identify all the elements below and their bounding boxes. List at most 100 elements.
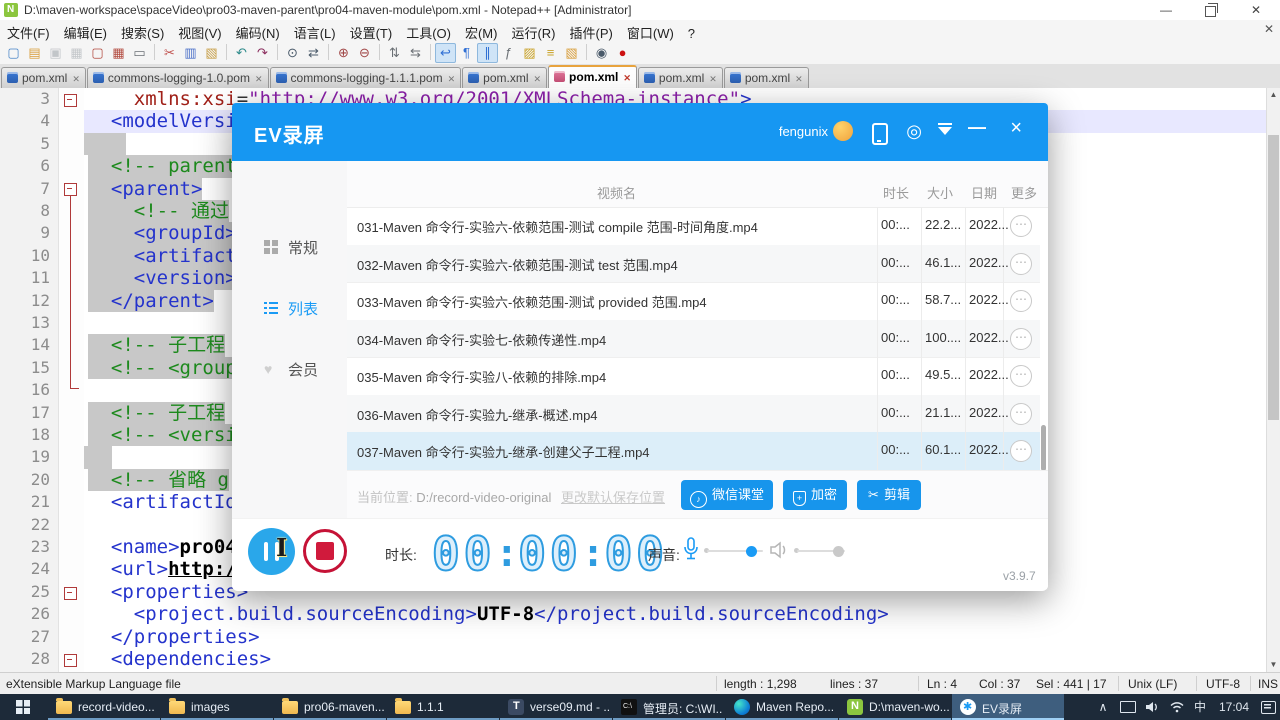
tab-1[interactable]: commons-logging-1.0.pom ✕ [86, 67, 269, 89]
zoom-in-button[interactable]: ⊕ [333, 43, 354, 63]
taskbar-item-1.1.1[interactable]: 1.1.1 [387, 694, 499, 720]
new-file-button[interactable]: ▢ [3, 43, 24, 63]
print-button[interactable]: ▭ [129, 43, 150, 63]
sync-vertical-scroll-button[interactable]: ⇅ [384, 43, 405, 63]
tab-3[interactable]: pom.xml ✕ [462, 67, 548, 89]
record-macro-button[interactable]: ● [612, 43, 633, 63]
column-date[interactable]: 日期 [971, 183, 997, 202]
clip-button[interactable]: ✂ 剪辑 [857, 480, 921, 510]
close-button[interactable]: ✕ [1234, 0, 1278, 20]
tray-expand-icon[interactable]: ∧ [1094, 694, 1112, 720]
video-row[interactable]: 032-Maven 命令行-实验六-依赖范围-测试 test 范围.mp4 00:… [347, 244, 1040, 283]
column-video-name[interactable]: 视频名 [597, 183, 636, 202]
pause-button[interactable] [248, 528, 295, 575]
sidebar-item-member[interactable]: ♥ 会员 [232, 349, 347, 389]
taskbar-item-verse09.md - ...[interactable]: verse09.md - ... [500, 694, 612, 720]
fold-marker[interactable] [64, 586, 77, 600]
tab-6[interactable]: pom.xml ✕ [723, 67, 809, 89]
change-location-link[interactable]: 更改默认保存位置 [561, 490, 665, 505]
sidebar-item-list[interactable]: 列表 [232, 288, 347, 328]
tray-notification-icon[interactable] [1258, 694, 1278, 720]
tab-close-icon[interactable]: ✕ [533, 69, 541, 89]
zoom-out-button[interactable]: ⊖ [354, 43, 375, 63]
tab-close-icon[interactable]: ✕ [448, 69, 456, 89]
video-row[interactable]: 037-Maven 命令行-实验九-继承-创建父子工程.mp4 00:... 60.… [347, 432, 1040, 471]
folder-as-workspace-button[interactable]: ▧ [561, 43, 582, 63]
scrollbar-thumb[interactable] [1268, 135, 1279, 420]
taskbar-item-record-video...[interactable]: record-video... [48, 694, 160, 720]
start-button[interactable] [0, 694, 46, 720]
tab-5[interactable]: pom.xml ✕ [637, 67, 723, 89]
undo-button[interactable]: ↶ [231, 43, 252, 63]
save-all-button[interactable]: ▦ [66, 43, 87, 63]
tray-volume-icon[interactable] [1142, 694, 1164, 720]
more-button[interactable]: ⋯ [1010, 402, 1032, 425]
stop-button[interactable] [303, 529, 347, 573]
wechat-class-button[interactable]: ♪ 微信课堂 [681, 480, 773, 510]
find-button[interactable]: ⊙ [282, 43, 303, 63]
tab-4[interactable]: pom.xml ✕ [548, 65, 637, 89]
scroll-up-icon[interactable]: ▲ [1267, 88, 1280, 102]
speaker-volume-thumb[interactable] [833, 546, 844, 557]
taskbar-item-images[interactable]: images [161, 694, 273, 720]
skin-dropdown-icon[interactable] [938, 123, 952, 135]
replace-button[interactable]: ⇄ [303, 43, 324, 63]
redo-button[interactable]: ↷ [252, 43, 273, 63]
tab-0[interactable]: pom.xml ✕ [1, 67, 86, 89]
sync-horizontal-scroll-button[interactable]: ⇆ [405, 43, 426, 63]
microphone-icon[interactable] [683, 537, 699, 561]
fold-marker[interactable] [64, 183, 77, 197]
sidebar-item-general[interactable]: 常规 [232, 227, 347, 267]
video-row[interactable]: 033-Maven 命令行-实验六-依赖范围-测试 provided 范围.mp… [347, 282, 1040, 321]
taskbar-item-管理员: C:\WI...[interactable]: 管理员: C:\WI... [613, 694, 725, 720]
avatar[interactable] [833, 121, 853, 141]
speaker-icon[interactable] [769, 541, 789, 559]
ev-dialog-header[interactable]: EV录屏 fengunix ◎ — × [232, 103, 1048, 161]
fold-marker[interactable] [64, 93, 77, 107]
tab-close-icon[interactable]: ✕ [72, 69, 80, 89]
copy-button[interactable]: ▥ [180, 43, 201, 63]
tab-close-icon[interactable]: ✕ [795, 69, 803, 89]
ev-close-button[interactable]: × [1010, 117, 1022, 140]
taskbar-item-EV录屏[interactable]: EV录屏 [952, 694, 1064, 720]
video-row[interactable]: 034-Maven 命令行-实验七-依赖传递性.mp4 00:... 100....… [347, 319, 1040, 358]
taskbar-item-Maven Repo...[interactable]: Maven Repo... [726, 694, 838, 720]
list-scrollbar-thumb[interactable] [1041, 425, 1046, 471]
minimize-button[interactable]: — [1144, 0, 1188, 20]
menu-item-12[interactable]: ? [681, 23, 702, 44]
more-button[interactable]: ⋯ [1010, 215, 1032, 237]
fold-marker[interactable] [64, 653, 77, 667]
tray-device-icon[interactable] [1118, 694, 1138, 720]
monitoring-button[interactable]: ◉ [591, 43, 612, 63]
mic-volume-thumb[interactable] [746, 546, 757, 557]
cut-button[interactable]: ✂ [159, 43, 180, 63]
video-row[interactable]: 036-Maven 命令行-实验九-继承-概述.mp4 00:... 21.1...… [347, 394, 1040, 433]
word-wrap-button[interactable]: ↩ [435, 43, 456, 63]
editor-vertical-scrollbar[interactable]: ▲ ▼ [1266, 88, 1280, 672]
indent-guide-button[interactable]: ∥ [477, 43, 498, 63]
ev-minimize-button[interactable]: — [968, 117, 986, 138]
more-button[interactable]: ⋯ [1010, 365, 1032, 387]
more-button[interactable]: ⋯ [1010, 290, 1032, 312]
function-list-button[interactable]: ƒ [498, 43, 519, 63]
more-button[interactable]: ⋯ [1010, 252, 1032, 275]
tab-2[interactable]: commons-logging-1.1.1.pom ✕ [269, 67, 462, 89]
close-document-icon[interactable]: ✕ [1264, 22, 1274, 36]
encrypt-button[interactable]: + 加密 [783, 480, 847, 510]
mobile-link-icon[interactable] [872, 123, 888, 145]
video-row[interactable]: 035-Maven 命令行-实验八-依赖的排除.mp4 00:... 49.5...… [347, 357, 1040, 396]
tray-ime-indicator[interactable]: 中 [1190, 694, 1210, 720]
close-all-button[interactable]: ▦ [108, 43, 129, 63]
tray-clock[interactable]: 17:04 [1212, 694, 1256, 720]
settings-icon[interactable]: ◎ [906, 120, 922, 142]
show-all-characters-button[interactable]: ¶ [456, 43, 477, 63]
paste-button[interactable]: ▧ [201, 43, 222, 63]
restore-button[interactable] [1188, 0, 1232, 20]
column-duration[interactable]: 时长 [883, 183, 909, 202]
taskbar-item-D:\maven-wo...[interactable]: D:\maven-wo... [839, 694, 951, 720]
ev-username[interactable]: fengunix [779, 124, 828, 139]
taskbar-item-pro06-maven...[interactable]: pro06-maven... [274, 694, 386, 720]
open-file-button[interactable]: ▤ [24, 43, 45, 63]
document-map-button[interactable]: ▨ [519, 43, 540, 63]
tab-close-icon[interactable]: ✕ [623, 68, 631, 88]
